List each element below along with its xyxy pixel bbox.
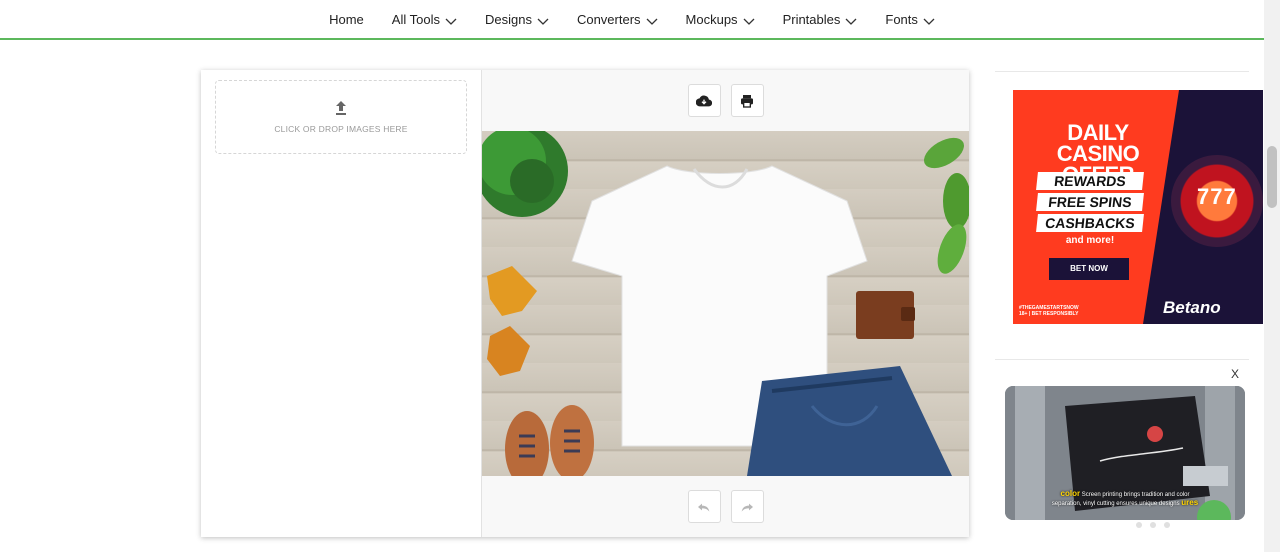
autumn-leaves-image <box>487 266 537 376</box>
nav-list: Home All Tools Designs Converters Mockups Pri… <box>315 0 949 39</box>
nav-item-all-tools[interactable]: All Tools <box>378 0 471 39</box>
sidebar-divider-top <box>995 71 1249 72</box>
ad-brand-logo: Betano <box>1163 298 1221 317</box>
shoes-image <box>505 405 594 476</box>
chevron-down-icon <box>445 18 457 25</box>
page-scrollbar[interactable] <box>1264 0 1280 552</box>
ad-footer-disclaimer: 18+ | BET RESPONSIBLY <box>1019 311 1079 317</box>
mockup-editor: CLICK OR DROP IMAGES HERE <box>201 70 969 537</box>
carousel-dot[interactable] <box>1164 522 1170 528</box>
upload-icon <box>336 101 346 115</box>
chevron-down-icon <box>743 18 755 25</box>
bet-now-button[interactable]: BET NOW <box>1049 258 1129 280</box>
top-navigation: Home All Tools Designs Converters Mockups Pri… <box>0 0 1264 40</box>
nav-item-fonts[interactable]: Fonts <box>871 0 949 39</box>
nav-item-label: Fonts <box>885 11 918 27</box>
nav-item-printables[interactable]: Printables <box>769 0 872 39</box>
caption-line1: Screen printing brings tradition and col… <box>1081 492 1190 498</box>
pine-branch-image <box>482 131 568 217</box>
casino-ad-banner[interactable]: 777 DAILY CASINO OFFER REWARDS FREE SPIN… <box>1013 90 1263 324</box>
print-icon <box>741 94 753 108</box>
nav-item-designs[interactable]: Designs <box>471 0 563 39</box>
canvas-panel <box>482 70 969 537</box>
green-leaves-image <box>924 137 969 274</box>
slot-number: 777 <box>1197 184 1237 209</box>
caption-line2: separation, vinyl cutting ensures unique… <box>1051 501 1180 507</box>
download-button[interactable] <box>687 84 721 117</box>
undo-icon <box>698 503 710 512</box>
undo-button[interactable] <box>687 490 721 523</box>
image-dropzone[interactable]: CLICK OR DROP IMAGES HERE <box>215 80 467 154</box>
jeans-image <box>747 366 952 476</box>
top-toolbar <box>482 70 969 131</box>
carousel-dot[interactable] <box>1136 522 1142 528</box>
chevron-down-icon <box>646 18 657 25</box>
nav-item-home[interactable]: Home <box>315 0 378 39</box>
mockup-canvas[interactable] <box>482 131 969 476</box>
ad-title-line1: DAILY <box>1067 120 1129 145</box>
image-panel: CLICK OR DROP IMAGES HERE <box>201 70 482 537</box>
ad-chip-free-spins: FREE SPINS <box>1036 193 1144 211</box>
cloud-download-icon <box>696 95 712 106</box>
chevron-down-icon <box>923 18 935 25</box>
ad-footer: #THEGAMESTARTSNOW 18+ | BET RESPONSIBLY <box>1019 305 1079 317</box>
chevron-down-icon <box>845 18 857 25</box>
redo-icon <box>741 503 753 512</box>
mockup-scene <box>482 131 969 476</box>
caption-left: color <box>1060 489 1081 498</box>
nav-item-mockups[interactable]: Mockups <box>672 0 769 39</box>
dropzone-label: CLICK OR DROP IMAGES HERE <box>274 124 408 134</box>
video-close-button[interactable]: X <box>1231 367 1239 381</box>
nav-item-label: Mockups <box>685 11 738 27</box>
bottom-toolbar <box>482 476 969 537</box>
ad-chip-rewards: REWARDS <box>1036 172 1144 190</box>
caption-right: ures <box>1181 498 1199 507</box>
wallet-image <box>856 291 915 339</box>
nav-item-converters[interactable]: Converters <box>563 0 672 39</box>
nav-item-label: Designs <box>484 11 532 27</box>
nav-item-label: Converters <box>576 11 641 27</box>
redo-button[interactable] <box>730 490 764 523</box>
nav-item-label: Printables <box>782 11 841 27</box>
scrollbar-thumb[interactable] <box>1267 146 1277 208</box>
carousel-dots <box>1136 522 1170 528</box>
chevron-down-icon <box>537 18 549 25</box>
ad-more-text: and more! <box>1065 235 1115 246</box>
video-player[interactable]: color Screen printing brings tradition a… <box>1005 386 1245 520</box>
carousel-dot[interactable] <box>1150 522 1156 528</box>
ad-chip-cashbacks: CASHBACKS <box>1036 214 1144 232</box>
nav-item-label: Home <box>329 11 364 27</box>
nav-item-label: All Tools <box>391 11 440 27</box>
print-button[interactable] <box>730 84 764 117</box>
sidebar-divider-mid <box>995 359 1249 360</box>
